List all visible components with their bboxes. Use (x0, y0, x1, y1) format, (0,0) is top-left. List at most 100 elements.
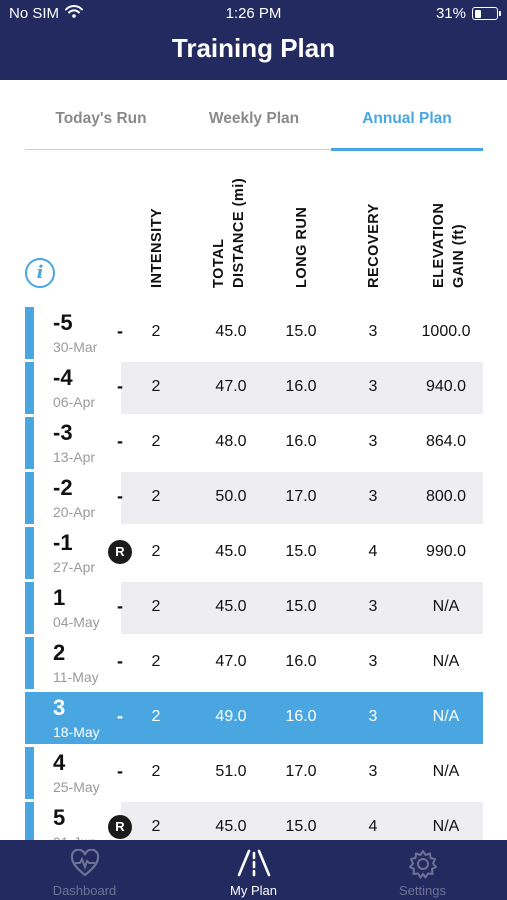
column-header-recovery: RECOVERY (366, 203, 382, 288)
battery-icon (472, 7, 501, 20)
row-marker: - (117, 761, 123, 781)
week-date: 30-Mar (53, 339, 98, 355)
row-accent-bar (25, 472, 34, 524)
row-marker: - (117, 431, 123, 451)
week-date: 06-Apr (53, 394, 96, 410)
cell-elevation-gain: N/A (432, 598, 460, 615)
cell-intensity: 2 (151, 653, 161, 670)
table-row[interactable]: 4 25-May - 2 51.0 17.0 3 N/A (25, 747, 483, 799)
table-row[interactable]: -4 06-Apr - 2 47.0 16.0 3 940.0 (25, 362, 483, 414)
cell-elevation-gain: N/A (432, 763, 460, 780)
week-date: 04-May (53, 614, 100, 630)
info-icon[interactable]: i (25, 258, 55, 288)
cell-long-run: 17.0 (285, 763, 317, 780)
plan-tabs: Today's Run Weekly Plan Annual Plan (25, 98, 483, 151)
week-date: 11-May (53, 669, 99, 685)
nav-settings-label: Settings (399, 883, 446, 898)
cell-long-run: 15.0 (285, 818, 317, 835)
page-title: Training Plan (171, 33, 336, 63)
cell-intensity: 2 (151, 708, 161, 725)
cell-total-distance: 49.0 (215, 708, 247, 725)
cell-long-run: 17.0 (285, 488, 317, 505)
cell-elevation-gain: 990.0 (425, 543, 467, 560)
row-marker: - (117, 486, 123, 506)
week-number: 3 (53, 695, 66, 720)
cell-elevation-gain: N/A (432, 818, 460, 835)
cell-intensity: 2 (151, 378, 161, 395)
nav-my-plan[interactable]: My Plan (169, 840, 338, 900)
cell-long-run: 16.0 (285, 378, 317, 395)
table-row[interactable]: -2 20-Apr -2 50.0 17.0 3 800.0 (25, 472, 483, 524)
cell-elevation-gain: 864.0 (425, 433, 467, 450)
cell-recovery: 3 (368, 378, 378, 395)
row-marker: - (117, 321, 123, 341)
table-row[interactable]: -3 13-Apr - 2 48.0 16.0 3 864.0 (25, 417, 483, 469)
cell-recovery: 3 (368, 763, 378, 780)
row-accent-bar (25, 637, 34, 689)
cell-total-distance: 47.0 (215, 653, 247, 670)
cell-recovery: 4 (368, 818, 378, 835)
column-header-total-distance: TOTAL DISTANCE (mi) (211, 177, 247, 288)
cell-intensity: 2 (151, 818, 161, 835)
row-marker: - (117, 596, 123, 616)
week-number: -2 (53, 475, 73, 500)
cell-recovery: 3 (368, 433, 378, 450)
week-number: 4 (53, 750, 66, 775)
table-row[interactable]: 501-JunR245.015.04N/A (25, 802, 483, 840)
cell-recovery: 3 (368, 488, 378, 505)
cell-elevation-gain: 1000.0 (421, 323, 471, 340)
cell-elevation-gain: N/A (432, 653, 460, 670)
cell-recovery: 3 (368, 708, 378, 725)
cell-total-distance: 50.0 (215, 488, 247, 505)
cell-long-run: 16.0 (285, 708, 317, 725)
tab-todays-run[interactable]: Today's Run (25, 110, 177, 128)
heart-pulse-icon (70, 849, 99, 877)
table-row[interactable]: -5 30-Mar - 2 45.0 15.0 3 1000.0 (25, 307, 483, 359)
row-accent-bar (25, 747, 34, 799)
cell-long-run: 16.0 (285, 433, 317, 450)
week-number: 2 (53, 640, 66, 665)
cell-total-distance: 47.0 (215, 378, 247, 395)
nav-my-plan-label: My Plan (230, 883, 277, 898)
tab-weekly-plan[interactable]: Weekly Plan (178, 110, 330, 128)
nav-settings[interactable]: Settings (338, 840, 507, 900)
nav-dashboard[interactable]: Dashboard (0, 840, 169, 900)
column-header-elevation-gain: ELEVATION GAIN (ft) (431, 202, 467, 288)
row-accent-bar (25, 582, 34, 634)
cell-intensity: 2 (151, 323, 161, 340)
row-marker: - (117, 376, 123, 396)
cell-elevation-gain: N/A (432, 708, 460, 725)
cell-intensity: 2 (151, 763, 161, 780)
week-date: 27-Apr (53, 559, 96, 575)
cell-total-distance: 45.0 (215, 598, 247, 615)
week-number: 5 (53, 805, 66, 830)
recovery-badge: R (108, 540, 132, 564)
row-accent-bar (25, 417, 34, 469)
cell-elevation-gain: 940.0 (425, 378, 467, 395)
week-number: -1 (53, 530, 73, 555)
week-date: 25-May (53, 779, 100, 795)
cell-intensity: 2 (151, 488, 161, 505)
cell-intensity: 2 (151, 433, 161, 450)
column-header-intensity: INTENSITY (149, 207, 165, 288)
row-accent-bar (25, 527, 34, 579)
cell-recovery: 3 (368, 653, 378, 670)
week-date: 13-Apr (53, 449, 96, 465)
row-marker: - (117, 651, 123, 671)
recovery-badge: R (108, 815, 132, 839)
cell-long-run: 15.0 (285, 323, 317, 340)
cell-intensity: 2 (151, 598, 161, 615)
road-icon (237, 849, 270, 877)
cell-intensity: 2 (151, 543, 161, 560)
table-row[interactable]: 2 11-May - 2 47.0 16.0 3 N/A (25, 637, 483, 689)
table-row[interactable]: 1 04-May - 2 45.0 15.0 3 N/A (25, 582, 483, 634)
cell-total-distance: 45.0 (215, 543, 247, 560)
cell-total-distance: 51.0 (215, 763, 247, 780)
tab-annual-plan[interactable]: Annual Plan (331, 110, 483, 128)
table-row[interactable]: -1 27-Apr R 2 45.0 15.0 4 990.0 (25, 527, 483, 579)
week-number: -5 (53, 310, 73, 335)
annual-plan-table: -5 30-Mar -2 45.0 15.0 3 1000.0 -4 06-Apr -2 47.0 1… (25, 307, 483, 840)
week-date: 18-May (53, 724, 100, 740)
cell-long-run: 15.0 (285, 543, 317, 560)
table-row[interactable]: 3 18-May - 2 49.0 16.0 3 N/A (25, 692, 483, 744)
